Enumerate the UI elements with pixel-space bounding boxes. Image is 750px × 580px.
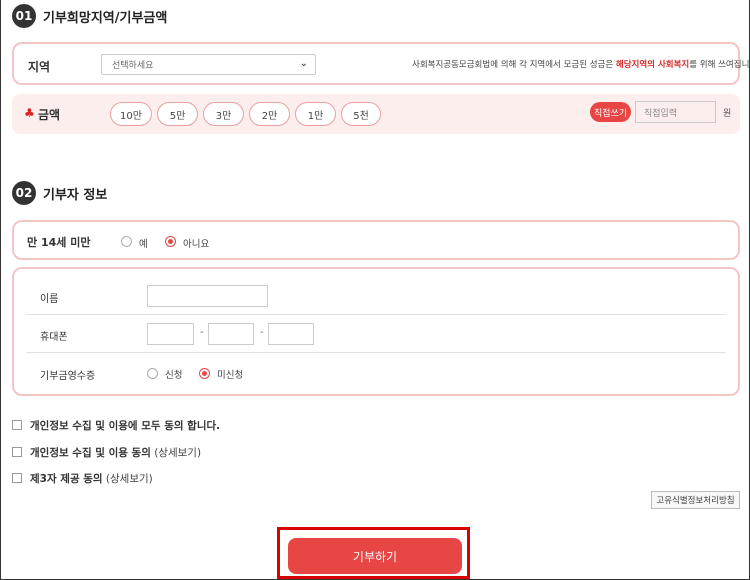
direct-input-button[interactable]: 직접쓰기 <box>590 102 631 122</box>
receipt-label: 기부금영수증 <box>40 371 96 382</box>
consent-third-party-row: 제3자 제공 동의 (상세보기) <box>30 471 153 486</box>
amount-button-20k[interactable]: 2만 <box>249 102 290 126</box>
notice-highlight: 해당지역의 사회복지 <box>615 60 690 70</box>
age-no-label: 아니요 <box>183 239 210 250</box>
direct-amount-input[interactable]: 직접입력 <box>635 101 716 123</box>
age-yes-radio[interactable] <box>121 236 132 247</box>
divider-1 <box>26 314 726 315</box>
section2-number: 02 <box>12 181 36 205</box>
name-input[interactable] <box>147 285 268 307</box>
region-label: 지역 <box>28 60 51 74</box>
section1-header: 01 기부희망지역/기부금액 <box>12 4 167 28</box>
amount-button-100k[interactable]: 10만 <box>110 102 152 126</box>
consent-privacy-row: 개인정보 수집 및 이용 동의 (상세보기) <box>30 445 201 460</box>
consent-all-label: 개인정보 수집 및 이용에 모두 동의 합니다. <box>30 420 221 432</box>
club-icon: ♣ <box>24 106 35 120</box>
section1-number: 01 <box>12 4 36 28</box>
amount-button-30k[interactable]: 3만 <box>203 102 244 126</box>
section2-title: 기부자 정보 <box>43 187 108 203</box>
phone-separator-2: - <box>260 327 264 338</box>
consent-privacy-detail-link[interactable]: (상세보기) <box>154 447 201 459</box>
donor-info-box <box>12 267 740 396</box>
amount-button-5k[interactable]: 5천 <box>341 102 381 126</box>
currency-unit: 원 <box>723 109 732 119</box>
notice-text-pre: 사회복지공동모금회법에 의해 각 지역에서 모금된 성금은 <box>412 60 616 70</box>
consent-third-party-checkbox[interactable] <box>12 473 22 483</box>
phone-label: 휴대폰 <box>40 332 68 343</box>
region-select[interactable]: 선택하세요 ⌄ <box>101 54 316 75</box>
receipt-not-apply-label: 미신청 <box>217 370 244 381</box>
section2-header: 02 기부자 정보 <box>12 181 107 205</box>
section1-title: 기부희망지역/기부금액 <box>43 10 168 26</box>
privacy-policy-button[interactable]: 고유식별정보처리방침 <box>651 491 740 509</box>
phone-input-1[interactable] <box>147 323 194 345</box>
consent-privacy-label: 개인정보 수집 및 이용 동의 <box>30 447 151 459</box>
consent-all-checkbox[interactable] <box>12 420 22 430</box>
receipt-apply-radio[interactable] <box>147 368 158 379</box>
amount-button-10k[interactable]: 1만 <box>295 102 336 126</box>
region-notice: 사회복지공동모금회법에 의해 각 지역에서 모금된 성금은 해당지역의 사회복지… <box>412 58 750 70</box>
consent-privacy-checkbox[interactable] <box>12 447 22 457</box>
divider-2 <box>26 352 726 353</box>
age-no-radio[interactable] <box>165 236 176 247</box>
age-label: 만 14세 미만 <box>27 236 91 249</box>
name-label: 이름 <box>40 294 59 305</box>
consent-third-party-detail-link[interactable]: (상세보기) <box>106 473 153 485</box>
phone-input-3[interactable] <box>268 323 314 345</box>
phone-separator-1: - <box>200 327 204 338</box>
receipt-apply-label: 신청 <box>165 370 183 381</box>
donate-submit-button[interactable]: 기부하기 <box>288 538 462 574</box>
amount-label: 금액 <box>38 108 61 122</box>
chevron-down-icon: ⌄ <box>299 58 308 69</box>
amount-button-50k[interactable]: 5만 <box>157 102 198 126</box>
phone-input-2[interactable] <box>208 323 254 345</box>
region-select-value: 선택하세요 <box>112 61 154 71</box>
consent-third-party-label: 제3자 제공 동의 <box>30 473 103 485</box>
age-yes-label: 예 <box>139 239 148 250</box>
notice-text-post: 를 위해 쓰여집니다. <box>689 60 750 70</box>
receipt-not-apply-radio[interactable] <box>199 368 210 379</box>
